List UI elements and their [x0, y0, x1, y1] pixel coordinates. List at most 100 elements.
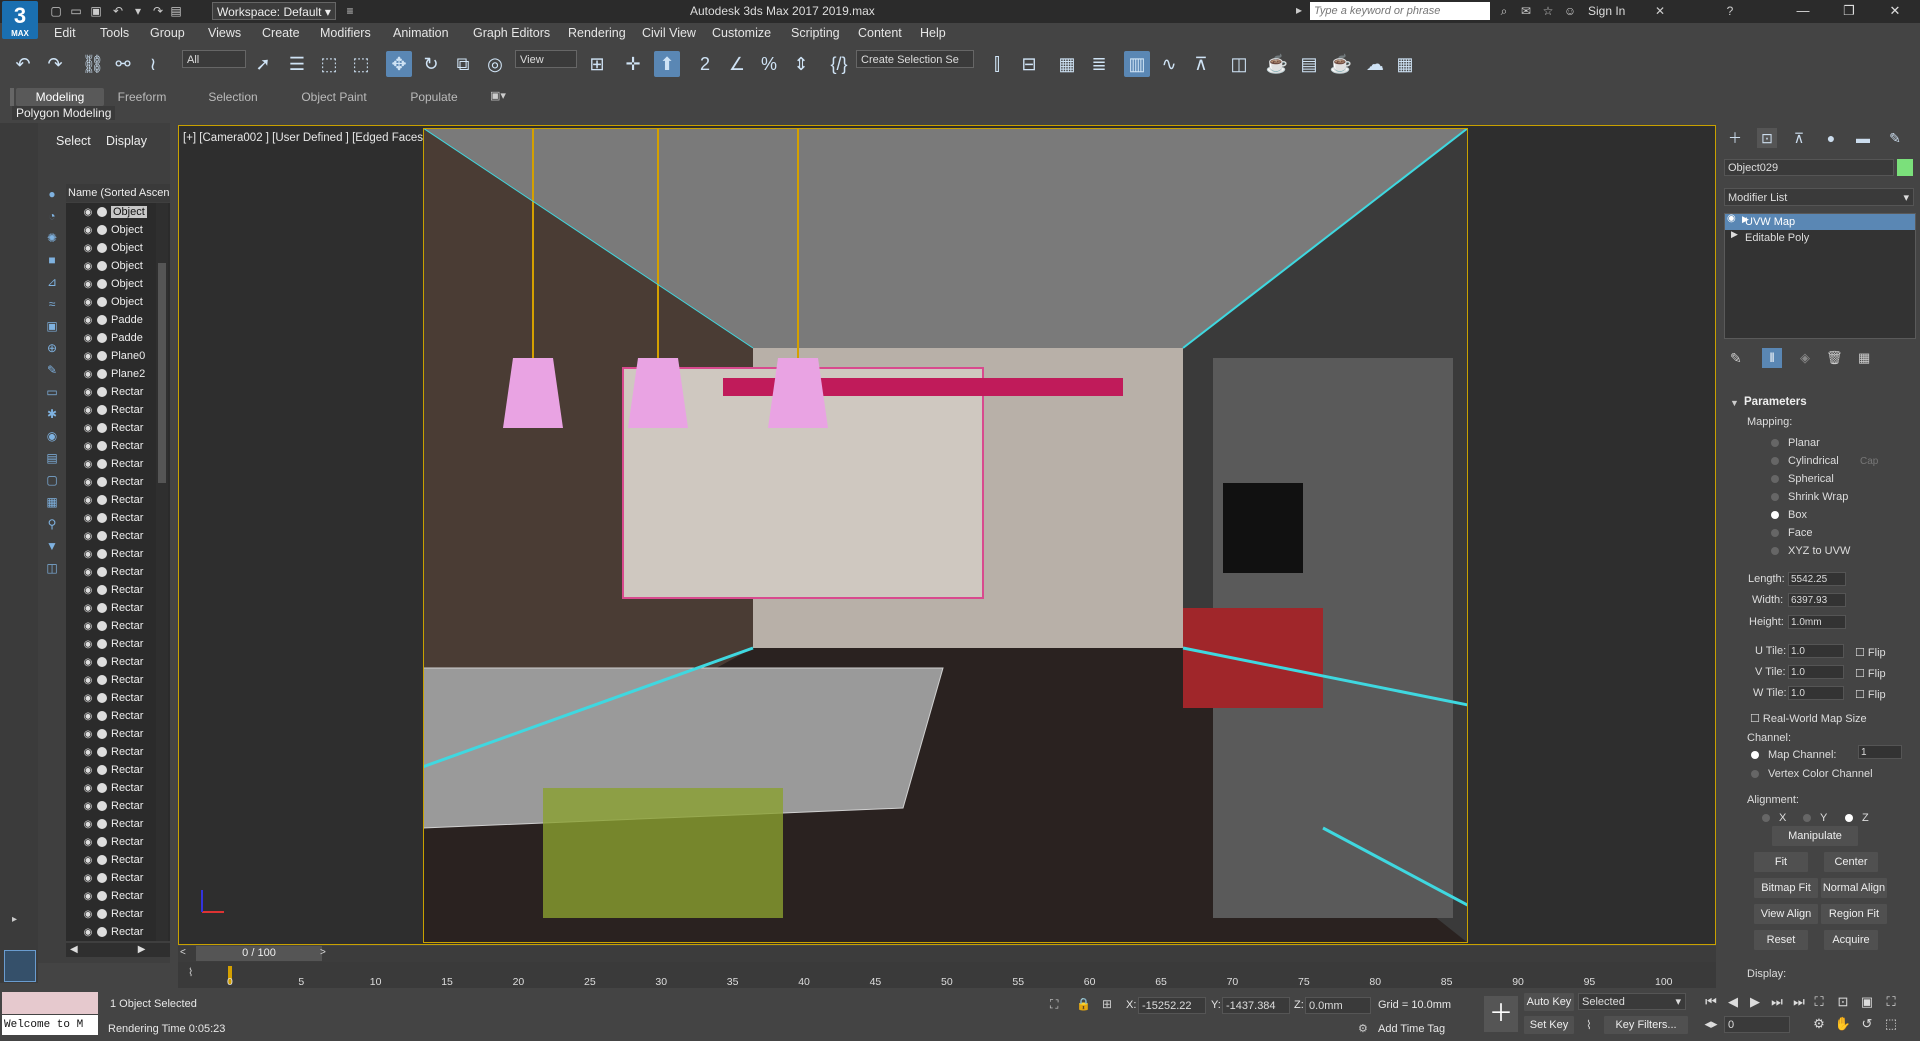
freeze-dot-icon[interactable]: [97, 891, 107, 901]
menu-edit[interactable]: Edit: [54, 26, 76, 40]
visibility-eye-icon[interactable]: ◉: [81, 405, 95, 416]
play-icon[interactable]: ▶: [1746, 993, 1764, 1011]
visibility-eye-icon[interactable]: ◉: [81, 315, 95, 326]
isolate-selection-icon[interactable]: ⛶: [1050, 997, 1058, 1012]
modify-tab-icon[interactable]: ⊡: [1757, 128, 1777, 148]
configure-modifier-sets-icon[interactable]: ▦: [1858, 350, 1870, 366]
scroll-right-icon[interactable]: ▶: [138, 944, 146, 955]
y-coordinate-field[interactable]: -1437.384: [1222, 997, 1290, 1014]
v-flip-checkbox[interactable]: ☐ Flip: [1855, 667, 1886, 680]
align-z-radio[interactable]: Z: [1845, 812, 1869, 824]
named-selection-dropdown[interactable]: Create Selection Se: [856, 50, 974, 68]
freeze-dot-icon[interactable]: [97, 279, 107, 289]
x-coordinate-field[interactable]: -15252.22: [1138, 997, 1206, 1014]
object-name-field[interactable]: Object029: [1724, 159, 1894, 176]
visibility-eye-icon[interactable]: ◉: [81, 585, 95, 596]
visibility-eye-icon[interactable]: ◉: [81, 297, 95, 308]
unlink-icon[interactable]: ⚯: [110, 51, 136, 77]
maximize-viewport-icon[interactable]: ⛶: [1882, 993, 1900, 1011]
freeze-dot-icon[interactable]: [97, 711, 107, 721]
radio-vertex-color[interactable]: [1751, 770, 1759, 779]
freeze-dot-icon[interactable]: [97, 207, 107, 217]
list-item[interactable]: ◉ Rectar: [66, 923, 170, 941]
bitmap-fit-button[interactable]: Bitmap Fit: [1754, 878, 1818, 898]
app-logo[interactable]: 3 MAX: [2, 1, 38, 39]
list-item[interactable]: ◉ Rectar: [66, 473, 170, 491]
autodesk-exchange-icon[interactable]: ✕: [1652, 3, 1668, 19]
freeze-dot-icon[interactable]: [97, 333, 107, 343]
radio-box[interactable]: [1771, 511, 1779, 520]
visibility-eye-icon[interactable]: ◉: [81, 819, 95, 830]
tab-modeling[interactable]: Modeling: [16, 88, 104, 106]
stack-visibility-eye-icon[interactable]: ◉: [1727, 213, 1736, 224]
zoom-extents-icon[interactable]: ⛶: [1810, 993, 1828, 1011]
freeze-dot-icon[interactable]: [97, 477, 107, 487]
absolute-mode-icon[interactable]: ⊞: [1102, 997, 1112, 1011]
mapping-spherical[interactable]: Spherical: [1771, 473, 1834, 485]
display-groups-icon[interactable]: ▣: [42, 316, 62, 336]
radio-cylindrical[interactable]: [1771, 457, 1779, 466]
display-spacewarps-icon[interactable]: ≈: [42, 294, 62, 314]
list-item[interactable]: ◉ Rectar: [66, 743, 170, 761]
stack-item-editable-poly[interactable]: Editable Poly: [1725, 230, 1915, 246]
list-item[interactable]: ◉ Plane2: [66, 365, 170, 383]
new-file-icon[interactable]: ▢: [48, 3, 64, 19]
list-item[interactable]: ◉ Rectar: [66, 779, 170, 797]
reference-coordinate-dropdown[interactable]: View: [515, 50, 577, 68]
explorer-vscrollbar[interactable]: [156, 203, 168, 941]
display-geometry-icon[interactable]: ●: [42, 184, 62, 204]
stack-expand-icon[interactable]: ▶: [1742, 214, 1749, 225]
viewport-layout-thumbnail[interactable]: [4, 950, 36, 982]
find-icon[interactable]: ⚲: [42, 514, 62, 534]
visibility-eye-icon[interactable]: ◉: [81, 765, 95, 776]
stack-expand-icon-2[interactable]: ▶: [1731, 229, 1738, 240]
cap-checkbox[interactable]: Cap: [1860, 456, 1878, 467]
close-icon[interactable]: ✕: [1880, 2, 1910, 20]
key-selection-set-dropdown[interactable]: Selected ▾: [1578, 993, 1686, 1010]
freeze-dot-icon[interactable]: [97, 567, 107, 577]
time-slider-thumb[interactable]: 0 / 100: [196, 946, 322, 961]
freeze-dot-icon[interactable]: [97, 531, 107, 541]
freeze-dot-icon[interactable]: [97, 423, 107, 433]
tab-selection[interactable]: Selection: [198, 88, 268, 106]
ribbon-options-icon[interactable]: ▣▾: [490, 89, 506, 102]
display-containers-icon[interactable]: ▭: [42, 382, 62, 402]
visibility-eye-icon[interactable]: ◉: [81, 387, 95, 398]
radio-xyz-to-uvw[interactable]: [1771, 547, 1779, 556]
freeze-dot-icon[interactable]: [97, 819, 107, 829]
communication-center-icon[interactable]: ✉: [1518, 3, 1534, 19]
align-icon[interactable]: ⊟: [1016, 51, 1042, 77]
freeze-dot-icon[interactable]: [97, 549, 107, 559]
search-input[interactable]: Type a keyword or phrase: [1310, 2, 1490, 20]
utilities-tab-icon[interactable]: ✎: [1885, 128, 1905, 148]
help-icon[interactable]: ?: [1722, 3, 1738, 19]
keyboard-shortcut-override-icon[interactable]: ⬆: [654, 51, 680, 77]
visibility-eye-icon[interactable]: ◉: [81, 909, 95, 920]
list-item[interactable]: ◉ Padde: [66, 329, 170, 347]
freeze-dot-icon[interactable]: [97, 621, 107, 631]
visibility-eye-icon[interactable]: ◉: [81, 693, 95, 704]
menu-civil-view[interactable]: Civil View: [642, 26, 696, 40]
select-object-icon[interactable]: ➚: [250, 51, 276, 77]
display-xrefs-icon[interactable]: ⊕: [42, 338, 62, 358]
align-y-radio[interactable]: Y: [1803, 812, 1827, 824]
explorer-select-menu[interactable]: Select: [56, 134, 91, 148]
list-item[interactable]: ◉ Rectar: [66, 581, 170, 599]
zoom-region-icon[interactable]: ⊡: [1834, 993, 1852, 1011]
display-all-icon[interactable]: ▤: [42, 448, 62, 468]
visibility-eye-icon[interactable]: ◉: [81, 423, 95, 434]
display-lights-icon[interactable]: ✺: [42, 228, 62, 248]
radio-shrink-wrap[interactable]: [1771, 493, 1779, 502]
list-item[interactable]: ◉ Rectar: [66, 563, 170, 581]
list-item[interactable]: ◉ Object: [66, 203, 170, 221]
visibility-eye-icon[interactable]: ◉: [81, 657, 95, 668]
time-configuration-icon[interactable]: ⚙: [1810, 1015, 1828, 1033]
project-folder-icon[interactable]: ▤: [168, 3, 184, 19]
list-item[interactable]: ◉ Object: [66, 221, 170, 239]
menu-animation[interactable]: Animation: [393, 26, 449, 40]
visibility-eye-icon[interactable]: ◉: [81, 729, 95, 740]
set-key-button[interactable]: Set Key: [1524, 1016, 1574, 1034]
curve-editor-icon[interactable]: ∿: [1156, 51, 1182, 77]
placement-icon[interactable]: ◎: [482, 51, 508, 77]
list-item[interactable]: ◉ Rectar: [66, 815, 170, 833]
